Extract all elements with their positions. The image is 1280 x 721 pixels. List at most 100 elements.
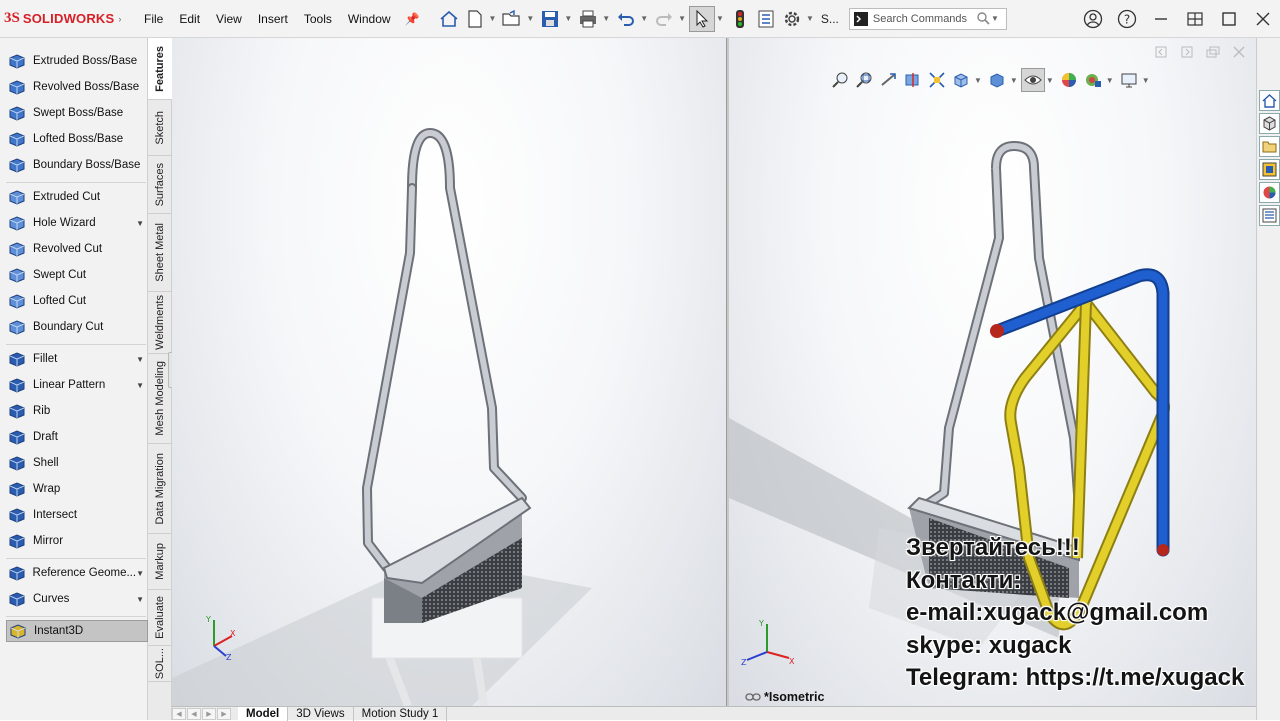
tab-surfaces[interactable]: Surfaces	[148, 156, 172, 214]
feature-linear-pattern-button[interactable]: Linear Pattern ▼	[6, 374, 148, 396]
feature-fillet-button[interactable]: Fillet ▼	[6, 348, 148, 370]
feature-intersect-button[interactable]: Intersect	[6, 504, 148, 526]
feature-extruded-cut-button[interactable]: Extruded Cut	[6, 186, 148, 208]
feature-dropdown-icon[interactable]: ▼	[136, 219, 144, 228]
open-button[interactable]	[499, 6, 525, 32]
toolbar-overflow-label[interactable]: S...	[821, 12, 839, 26]
search-dropdown-icon[interactable]: ▼	[991, 14, 999, 23]
save-dropdown-icon[interactable]: ▼	[564, 14, 572, 23]
rebuild-button[interactable]	[727, 6, 753, 32]
help-button[interactable]: ?	[1110, 6, 1144, 32]
feature-wrap-button[interactable]: Wrap	[6, 478, 148, 500]
undo-button[interactable]	[613, 6, 639, 32]
first-tab-icon[interactable]: ◀	[172, 707, 186, 720]
file-properties-button[interactable]	[753, 6, 779, 32]
menu-file[interactable]: File	[136, 12, 171, 26]
tab-sheet-metal[interactable]: Sheet Metal	[148, 214, 172, 292]
feature-hole-wizard-button[interactable]: Hole Wizard ▼	[6, 212, 148, 234]
edit-appearance-button[interactable]	[1057, 68, 1081, 92]
feature-dropdown-icon[interactable]: ▼	[136, 381, 144, 390]
custom-properties-tab[interactable]	[1259, 205, 1280, 226]
apply-scene-dropdown-icon[interactable]: ▼	[1106, 76, 1114, 85]
undo-dropdown-icon[interactable]: ▼	[640, 14, 648, 23]
feature-swept-boss-button[interactable]: Swept Boss/Base	[6, 102, 148, 124]
view-palette-tab[interactable]	[1259, 159, 1280, 180]
tab-motion-study-1[interactable]: Motion Study 1	[354, 706, 448, 721]
feature-revolved-boss-button[interactable]: Revolved Boss/Base	[6, 76, 148, 98]
zoom-to-fit-button[interactable]	[829, 68, 853, 92]
maximize-button[interactable]	[1212, 6, 1246, 32]
feature-dropdown-icon[interactable]: ▼	[136, 595, 144, 604]
new-dropdown-icon[interactable]: ▼	[489, 14, 497, 23]
save-button[interactable]	[537, 6, 563, 32]
viewport-close-button[interactable]	[1226, 42, 1252, 62]
feature-rib-button[interactable]: Rib	[6, 400, 148, 422]
redo-button[interactable]	[651, 6, 677, 32]
apply-scene-button[interactable]	[1081, 68, 1105, 92]
menu-tools[interactable]: Tools	[296, 12, 340, 26]
select-button[interactable]	[689, 5, 716, 32]
design-library-tab[interactable]	[1259, 113, 1280, 134]
print-button[interactable]	[575, 6, 601, 32]
appearances-tab[interactable]	[1259, 182, 1280, 203]
link-views-icon[interactable]	[745, 692, 761, 702]
feature-curves-button[interactable]: Curves ▼	[6, 588, 148, 610]
close-button[interactable]	[1246, 6, 1280, 32]
view-settings-button[interactable]	[1117, 68, 1141, 92]
feature-lofted-cut-button[interactable]: Lofted Cut	[6, 290, 148, 312]
tab-sol[interactable]: SOL...	[148, 646, 172, 682]
view-settings-dropdown-icon[interactable]: ▼	[1142, 76, 1150, 85]
tab-markup[interactable]: Markup	[148, 534, 172, 590]
tab-weldments[interactable]: Weldments	[148, 292, 172, 354]
hide-show-dropdown-icon[interactable]: ▼	[1046, 76, 1054, 85]
select-dropdown-icon[interactable]: ▼	[716, 14, 724, 23]
feature-draft-button[interactable]: Draft	[6, 426, 148, 448]
view-orientation-dropdown-icon[interactable]: ▼	[974, 76, 982, 85]
tab-evaluate[interactable]: Evaluate	[148, 590, 172, 646]
viewport-prev-button[interactable]	[1148, 42, 1174, 62]
prev-tab-icon[interactable]: ◀	[187, 707, 201, 720]
print-dropdown-icon[interactable]: ▼	[602, 14, 610, 23]
view-orientation-button[interactable]	[949, 68, 973, 92]
display-style-dropdown-icon[interactable]: ▼	[1010, 76, 1018, 85]
minimize-button[interactable]	[1144, 6, 1178, 32]
search-icon[interactable]	[977, 12, 990, 25]
solidworks-logo[interactable]: 3S SOLIDWORKS ›	[0, 10, 136, 27]
feature-boundary-boss-button[interactable]: Boundary Boss/Base	[6, 154, 148, 176]
feature-dropdown-icon[interactable]: ▼	[136, 569, 144, 578]
feature-revolved-cut-button[interactable]: Revolved Cut	[6, 238, 148, 260]
last-tab-icon[interactable]: ▶	[217, 707, 231, 720]
feature-reference-geometry-button[interactable]: Reference Geome... ▼	[6, 562, 148, 584]
tile-button[interactable]	[1178, 6, 1212, 32]
previous-view-button[interactable]	[877, 68, 901, 92]
feature-swept-cut-button[interactable]: Swept Cut	[6, 264, 148, 286]
feature-boundary-cut-button[interactable]: Boundary Cut	[6, 316, 148, 338]
solidworks-resources-tab[interactable]	[1259, 90, 1280, 111]
menu-edit[interactable]: Edit	[171, 12, 208, 26]
search-commands-field[interactable]: Search Commands ▼	[848, 7, 1007, 30]
feature-shell-button[interactable]: Shell	[6, 452, 148, 474]
next-tab-icon[interactable]: ▶	[202, 707, 216, 720]
menu-view[interactable]: View	[208, 12, 250, 26]
dynamic-annotation-button[interactable]	[925, 68, 949, 92]
options-button[interactable]	[779, 6, 805, 32]
redo-dropdown-icon[interactable]: ▼	[678, 14, 686, 23]
tab-features[interactable]: Features	[148, 38, 172, 100]
account-button[interactable]	[1076, 6, 1110, 32]
viewport-next-button[interactable]	[1174, 42, 1200, 62]
logo-expand-icon[interactable]: ›	[118, 14, 121, 24]
menu-insert[interactable]: Insert	[250, 12, 296, 26]
tab-model[interactable]: Model	[238, 706, 289, 721]
zoom-to-area-button[interactable]	[853, 68, 877, 92]
display-style-button[interactable]	[985, 68, 1009, 92]
menu-window[interactable]: Window	[340, 12, 399, 26]
pin-icon[interactable]: 📌	[399, 12, 426, 26]
open-dropdown-icon[interactable]: ▼	[526, 14, 534, 23]
new-button[interactable]	[462, 6, 488, 32]
feature-instant3d-button[interactable]: Instant3D	[6, 620, 148, 642]
feature-dropdown-icon[interactable]: ▼	[136, 355, 144, 364]
section-view-button[interactable]	[901, 68, 925, 92]
home-button[interactable]	[436, 6, 462, 32]
hide-show-items-button[interactable]	[1020, 68, 1045, 92]
feature-extruded-boss-button[interactable]: Extruded Boss/Base	[6, 50, 148, 72]
